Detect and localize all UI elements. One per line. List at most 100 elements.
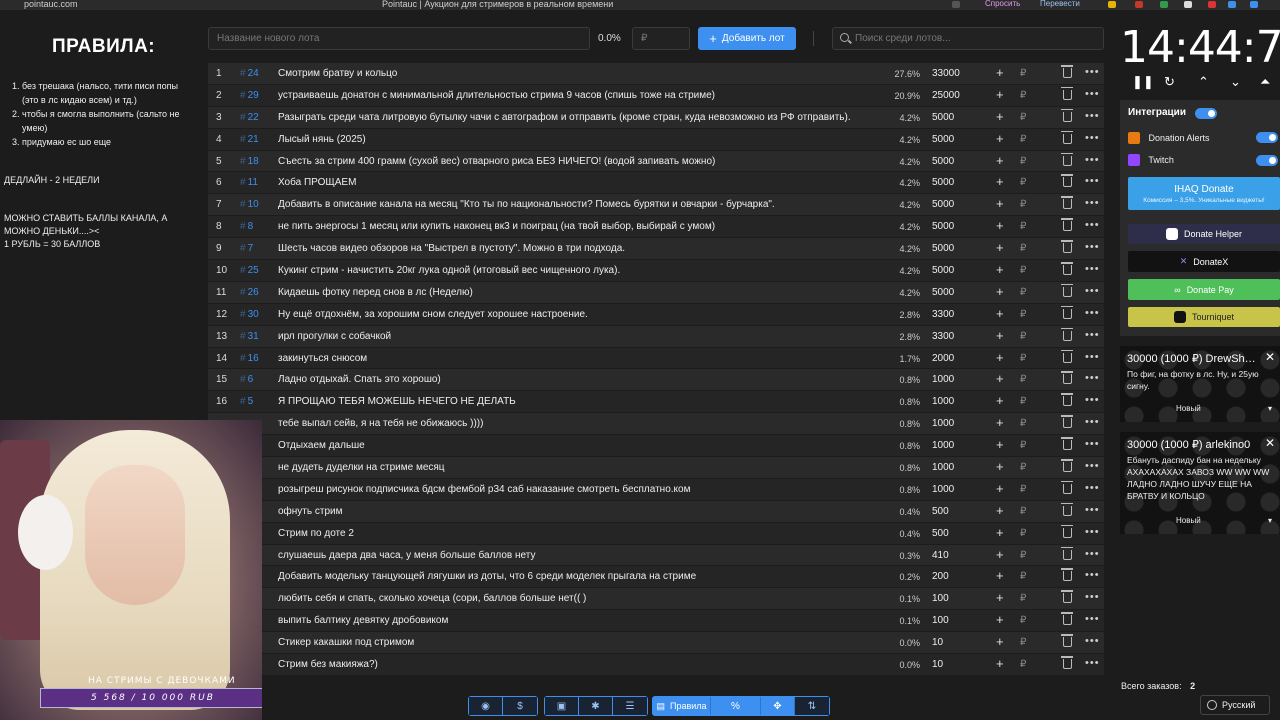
trash-icon[interactable] [1061, 612, 1073, 626]
donation-status[interactable]: Новый [1176, 404, 1201, 413]
lot-row[interactable]: 2 29 устраиваешь донатон с минимальной дли… [208, 84, 1104, 107]
add-amount-icon[interactable]: + [996, 393, 1004, 408]
lot-name[interactable]: выпить балтику девятку дробовиком [278, 615, 878, 626]
lot-row[interactable]: 13 31 ирл прогулки с собачкой 2.8% 3300 + ₽ ••• [208, 325, 1104, 348]
more-options-icon[interactable]: ••• [1085, 307, 1100, 319]
add-lot-button[interactable]: + Добавить лот [698, 27, 796, 50]
trash-icon[interactable] [1061, 349, 1073, 363]
trash-icon[interactable] [1061, 480, 1073, 494]
trash-icon[interactable] [1061, 393, 1073, 407]
add-amount-icon[interactable]: + [996, 328, 1004, 343]
more-options-icon[interactable]: ••• [1085, 394, 1100, 406]
more-options-icon[interactable]: ••• [1085, 329, 1100, 341]
adblock-icon[interactable] [1135, 1, 1143, 8]
tourniquet-button[interactable]: Tourniquet [1128, 307, 1280, 327]
ext-ask-button[interactable]: Спросить [985, 0, 1020, 8]
add-amount-icon[interactable]: + [996, 634, 1004, 649]
donate-pay-button[interactable]: ∞ Donate Pay [1128, 279, 1280, 300]
add-amount-icon[interactable]: + [996, 109, 1004, 124]
rules-tab-button[interactable]: ▤ Правила [653, 697, 711, 715]
trash-icon[interactable] [1061, 240, 1073, 254]
lot-amount[interactable]: 5000 [932, 243, 954, 254]
lot-amount[interactable]: 5000 [932, 112, 954, 123]
lot-name[interactable]: не пить энергосы 1 месяц или купить нако… [278, 221, 878, 232]
lot-name[interactable]: устраиваешь донатон с минимальной длител… [278, 90, 878, 101]
language-select[interactable]: Русский [1200, 695, 1270, 715]
more-options-icon[interactable]: ••• [1085, 548, 1100, 560]
add-amount-icon[interactable]: + [996, 503, 1004, 518]
trash-icon[interactable] [1061, 656, 1073, 670]
trash-icon[interactable] [1061, 305, 1073, 319]
lot-name[interactable]: Ну ещё отдохнём, за хорошим сном следует… [278, 309, 878, 320]
lot-name[interactable]: любить себя и спать, сколько хочеца (сор… [278, 593, 878, 604]
new-lot-amount-input[interactable]: ₽ [632, 27, 690, 50]
donation-alerts-toggle[interactable] [1256, 132, 1278, 143]
lot-row[interactable]: 14 16 закинуться снюсом 1.7% 2000 + ₽ ••• [208, 347, 1104, 370]
lot-row[interactable]: не дудеть дуделки на стриме месяц 0.8% 100… [208, 457, 1104, 479]
trash-icon[interactable] [1061, 568, 1073, 582]
move-icon[interactable]: ✥ [761, 697, 795, 715]
lot-name[interactable]: Стикер какашки под стримом [278, 637, 878, 648]
lot-amount[interactable]: 3300 [932, 331, 954, 342]
lot-amount[interactable]: 5000 [932, 134, 954, 145]
trash-icon[interactable] [1061, 174, 1073, 188]
more-options-icon[interactable]: ••• [1085, 88, 1100, 100]
lot-row[interactable]: 4 21 Лысый нянь (2025) 4.2% 5000 + ₽ ••• [208, 128, 1104, 151]
trash-icon[interactable] [1061, 283, 1073, 297]
lot-row[interactable]: 9 7 Шесть часов видео обзоров на "Выстрел … [208, 238, 1104, 261]
trash-icon[interactable] [1061, 415, 1073, 429]
lot-row[interactable]: 10 25 Кукинг стрим - начистить 20кг лука о… [208, 260, 1104, 282]
lot-row[interactable]: 16 5 Я ПРОЩАЮ ТЕБЯ МОЖЕШЬ НЕЧЕГО НЕ ДЕЛАТЬ… [208, 391, 1104, 414]
lot-amount[interactable]: 5000 [932, 265, 954, 276]
close-icon[interactable]: ✕ [1265, 350, 1275, 364]
more-options-icon[interactable]: ••• [1085, 526, 1100, 538]
more-options-icon[interactable]: ••• [1085, 657, 1100, 669]
trash-icon[interactable] [1061, 524, 1073, 538]
trash-icon[interactable] [1061, 502, 1073, 516]
add-amount-icon[interactable]: + [996, 87, 1004, 102]
lot-name[interactable]: Разыграть среди чата литровую бутылку ча… [278, 112, 878, 123]
extension-icon[interactable] [1108, 1, 1116, 8]
lot-name[interactable]: Шесть часов видео обзоров на "Выстрел в … [278, 243, 878, 254]
add-amount-icon[interactable]: + [996, 218, 1004, 233]
lot-name[interactable]: слушаешь даера два часа, у меня больше б… [278, 550, 878, 561]
trash-icon[interactable] [1061, 459, 1073, 473]
extension-icon[interactable] [1160, 1, 1168, 8]
lot-row[interactable]: 3 22 Разыграть среди чата литровую бутылку… [208, 106, 1104, 129]
lot-name[interactable]: Добавить в описание канала на месяц "Кто… [278, 199, 878, 210]
lot-amount[interactable]: 2000 [932, 353, 954, 364]
lot-row[interactable]: 15 6 Ладно отдыхай. Спать это хорошо) 0.8% 1… [208, 369, 1104, 392]
lot-name[interactable]: Стрим без макияжа?) [278, 659, 878, 670]
more-options-icon[interactable]: ••• [1085, 285, 1100, 297]
add-amount-icon[interactable]: + [996, 415, 1004, 430]
reset-icon[interactable]: ↻ [1164, 74, 1175, 90]
more-options-icon[interactable]: ••• [1085, 175, 1100, 187]
lot-name[interactable]: ирл прогулки с собачкой [278, 331, 878, 342]
donation-card[interactable]: 30000 (1000 ₽) arlekino0 ✕ Ебануть даспи… [1120, 432, 1280, 534]
extension-icon[interactable] [1228, 1, 1236, 8]
lot-row[interactable]: офнуть стрим 0.4% 500 + ₽ ••• [208, 500, 1104, 523]
lot-amount[interactable]: 5000 [932, 177, 954, 188]
lot-row[interactable]: Стрим без макияжа?) 0.0% 10 + ₽ ••• [208, 654, 1104, 676]
lot-row[interactable]: 6 11 Хоба ПРОЩАЕМ 4.2% 5000 + ₽ ••• [208, 172, 1104, 195]
chevron-down-icon[interactable]: ▾ [1268, 404, 1272, 413]
lot-amount[interactable]: 1000 [932, 396, 954, 407]
lot-name[interactable]: Ладно отдыхай. Спать это хорошо) [278, 374, 878, 385]
github-icon[interactable]: ◉ [469, 697, 503, 715]
add-amount-icon[interactable]: + [996, 371, 1004, 386]
lot-row[interactable]: 8 8 не пить энергосы 1 месяц или купить на… [208, 216, 1104, 239]
more-options-icon[interactable]: ••• [1085, 504, 1100, 516]
trash-icon[interactable] [1061, 634, 1073, 648]
trash-icon[interactable] [1061, 196, 1073, 210]
trash-icon[interactable] [1061, 371, 1073, 385]
extension-icon[interactable] [1250, 1, 1258, 8]
more-options-icon[interactable]: ••• [1085, 591, 1100, 603]
more-options-icon[interactable]: ••• [1085, 613, 1100, 625]
more-options-icon[interactable]: ••• [1085, 66, 1100, 78]
add-amount-icon[interactable]: + [996, 568, 1004, 583]
add-amount-icon[interactable]: + [996, 350, 1004, 365]
integrations-toggle[interactable] [1195, 108, 1217, 119]
donation-card[interactable]: 30000 (1000 ₽) DrewSh… ✕ По фиг, на фотк… [1120, 346, 1280, 422]
lot-amount[interactable]: 5000 [932, 199, 954, 210]
lot-amount[interactable]: 1000 [932, 418, 954, 429]
